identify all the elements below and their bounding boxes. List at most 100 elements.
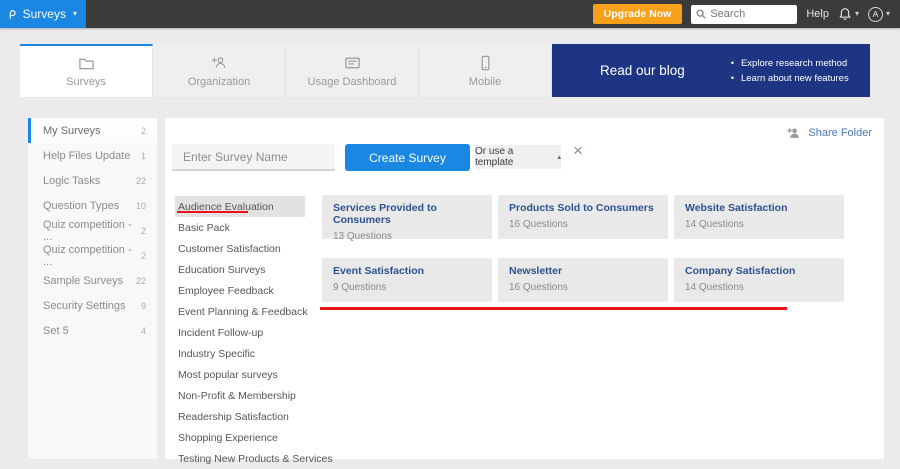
banner-bullets: • Explore research method • Learn about …	[731, 58, 849, 84]
template-dropdown[interactable]: Or use a template ▴	[475, 145, 561, 169]
template-card-title: Products Sold to Consumers	[509, 202, 654, 214]
sidebar-folder-count: 9	[140, 300, 146, 311]
template-category-item[interactable]: Readership Satisfaction	[175, 406, 305, 427]
template-card[interactable]: Event Satisfaction 9 Questions	[322, 258, 492, 302]
sidebar-folder-count: 10	[135, 200, 146, 211]
annotation-underline-cards	[320, 307, 787, 310]
template-card-title: Company Satisfaction	[685, 265, 796, 277]
sidebar-folder-count: 22	[135, 175, 146, 186]
avatar: A	[867, 6, 883, 22]
sidebar-folder-item[interactable]: Question Types 10	[28, 193, 157, 218]
sidebar-folder-label: Quiz competition - ...	[43, 218, 132, 243]
create-survey-button[interactable]: Create Survey	[345, 144, 470, 171]
tab[interactable]: Mobile	[419, 44, 552, 97]
template-card-title: Newsletter	[509, 265, 563, 277]
template-category-item[interactable]: Incident Follow-up	[175, 322, 305, 343]
chevron-down-icon: ▾	[72, 9, 77, 18]
help-link[interactable]: Help	[806, 8, 829, 20]
template-category-item[interactable]: Basic Pack	[175, 217, 305, 238]
sidebar-folder-item[interactable]: Security Settings 9	[28, 293, 157, 318]
survey-name-input[interactable]	[172, 144, 335, 171]
template-card[interactable]: Services Provided to Consumers 13 Questi…	[322, 195, 492, 242]
sidebar-folder-count: 4	[140, 325, 146, 336]
banner-title: Read our blog	[600, 63, 685, 78]
template-category-item[interactable]: Non-Profit & Membership	[175, 385, 305, 406]
template-category-item[interactable]: Most popular surveys	[175, 364, 305, 385]
template-category-item[interactable]: Shopping Experience	[175, 427, 305, 448]
template-category-list: Audience Evaluation Basic Pack Customer …	[175, 196, 333, 469]
account-menu[interactable]: A ▾	[867, 6, 890, 22]
sidebar-folder-label: Quiz competition - ...	[43, 243, 132, 268]
template-card-grid: Services Provided to Consumers 13 Questi…	[322, 195, 844, 302]
template-card[interactable]: Newsletter 16 Questions	[498, 258, 668, 302]
template-category-label: Employee Feedback	[178, 284, 274, 297]
app-menu-label: Surveys	[22, 7, 66, 21]
template-category-item[interactable]: Event Planning & Feedback	[175, 301, 308, 322]
template-category-item[interactable]: Customer Satisfaction	[175, 238, 305, 259]
template-category-label: Non-Profit & Membership	[178, 389, 296, 402]
sidebar-folder-item[interactable]: Set 5 4	[28, 318, 157, 343]
blog-banner[interactable]: Read our blog • Explore research method …	[552, 44, 870, 97]
template-category-label: Industry Specific	[178, 347, 256, 360]
template-card-title: Services Provided to Consumers	[333, 202, 437, 226]
template-card-question-count: 16 Questions	[509, 282, 568, 293]
tab-label: Usage Dashboard	[307, 76, 397, 88]
sidebar-folder-count: 1	[140, 150, 146, 161]
proprofs-logo-icon	[9, 9, 16, 19]
template-card[interactable]: Company Satisfaction 14 Questions	[674, 258, 844, 302]
sidebar-folder-label: My Surveys	[43, 124, 101, 137]
template-card-title: Event Satisfaction	[333, 265, 425, 277]
banner-bullet: • Learn about new features	[731, 73, 849, 84]
topbar-right: Upgrade Now Help ▾ A ▾	[592, 4, 900, 24]
main-panel: Share Folder Create Survey Or use a temp…	[165, 118, 884, 465]
template-card[interactable]: Website Satisfaction 14 Questions	[674, 195, 844, 239]
template-category-item[interactable]: Industry Specific	[175, 343, 305, 364]
banner-bullet: • Explore research method	[731, 58, 849, 69]
share-folder-button[interactable]: Share Folder	[787, 127, 872, 139]
template-category-item[interactable]: Employee Feedback	[175, 280, 305, 301]
sidebar-folder-count: 22	[135, 275, 146, 286]
sidebar-folder-label: Set 5	[43, 324, 69, 337]
sidebar-folder-label: Sample Surveys	[43, 274, 124, 287]
share-folder-label: Share Folder	[808, 127, 872, 139]
template-dropdown-label: Or use a template	[475, 146, 514, 168]
search-box[interactable]	[691, 4, 798, 24]
banner-bullet-text: Learn about new features	[740, 72, 849, 84]
sidebar-folder-count: 2	[140, 250, 146, 261]
upgrade-now-button[interactable]: Upgrade Now	[592, 4, 683, 24]
template-category-label: Readership Satisfaction	[178, 410, 289, 423]
template-card[interactable]: Products Sold to Consumers 16 Questions	[498, 195, 668, 239]
banner-bullet-text: Explore research method	[740, 57, 848, 69]
tabstrip: Surveys Organization Usage Dashboard Mob…	[20, 44, 870, 97]
template-category-item[interactable]: Audience Evaluation	[175, 196, 305, 217]
sidebar-folder-item[interactable]: Sample Surveys 22	[28, 268, 157, 293]
notifications-menu[interactable]: ▾	[838, 7, 859, 21]
tab-label: Organization	[187, 76, 251, 88]
search-icon	[696, 9, 706, 19]
sidebar-folder-label: Question Types	[43, 199, 120, 212]
template-category-label: Education Surveys	[178, 263, 266, 276]
sidebar-folder-item[interactable]: My Surveys 2	[28, 118, 157, 143]
sidebar-folder-label: Security Settings	[43, 299, 126, 312]
topbar: Surveys ▾ Upgrade Now Help ▾ A ▾	[0, 0, 900, 28]
dashboard-icon	[344, 57, 360, 69]
tab[interactable]: Surveys	[20, 44, 153, 97]
template-category-label: Basic Pack	[178, 221, 230, 234]
template-category-label: Shopping Experience	[178, 431, 278, 444]
app-logo-menu[interactable]: Surveys ▾	[0, 0, 86, 28]
sidebar-folder-item[interactable]: Logic Tasks 22	[28, 168, 157, 193]
sidebar-folder-item[interactable]: Quiz competition - ... 2	[28, 243, 157, 268]
tab-label: Surveys	[66, 76, 106, 88]
chevron-down-icon: ▾	[854, 9, 859, 18]
tab[interactable]: Usage Dashboard	[286, 44, 419, 97]
close-icon[interactable]: ×	[573, 142, 583, 159]
search-input[interactable]	[710, 8, 793, 20]
template-category-item[interactable]: Education Surveys	[175, 259, 305, 280]
tab[interactable]: Organization	[153, 44, 286, 97]
add-user-icon	[211, 57, 225, 68]
sidebar-folder-item[interactable]: Quiz competition - ... 2	[28, 218, 157, 243]
sidebar-folder-item[interactable]: Help Files Update 1	[28, 143, 157, 168]
annotation-underline-category	[177, 211, 248, 213]
add-person-icon	[787, 128, 800, 138]
template-category-label: Event Planning & Feedback	[178, 305, 308, 318]
